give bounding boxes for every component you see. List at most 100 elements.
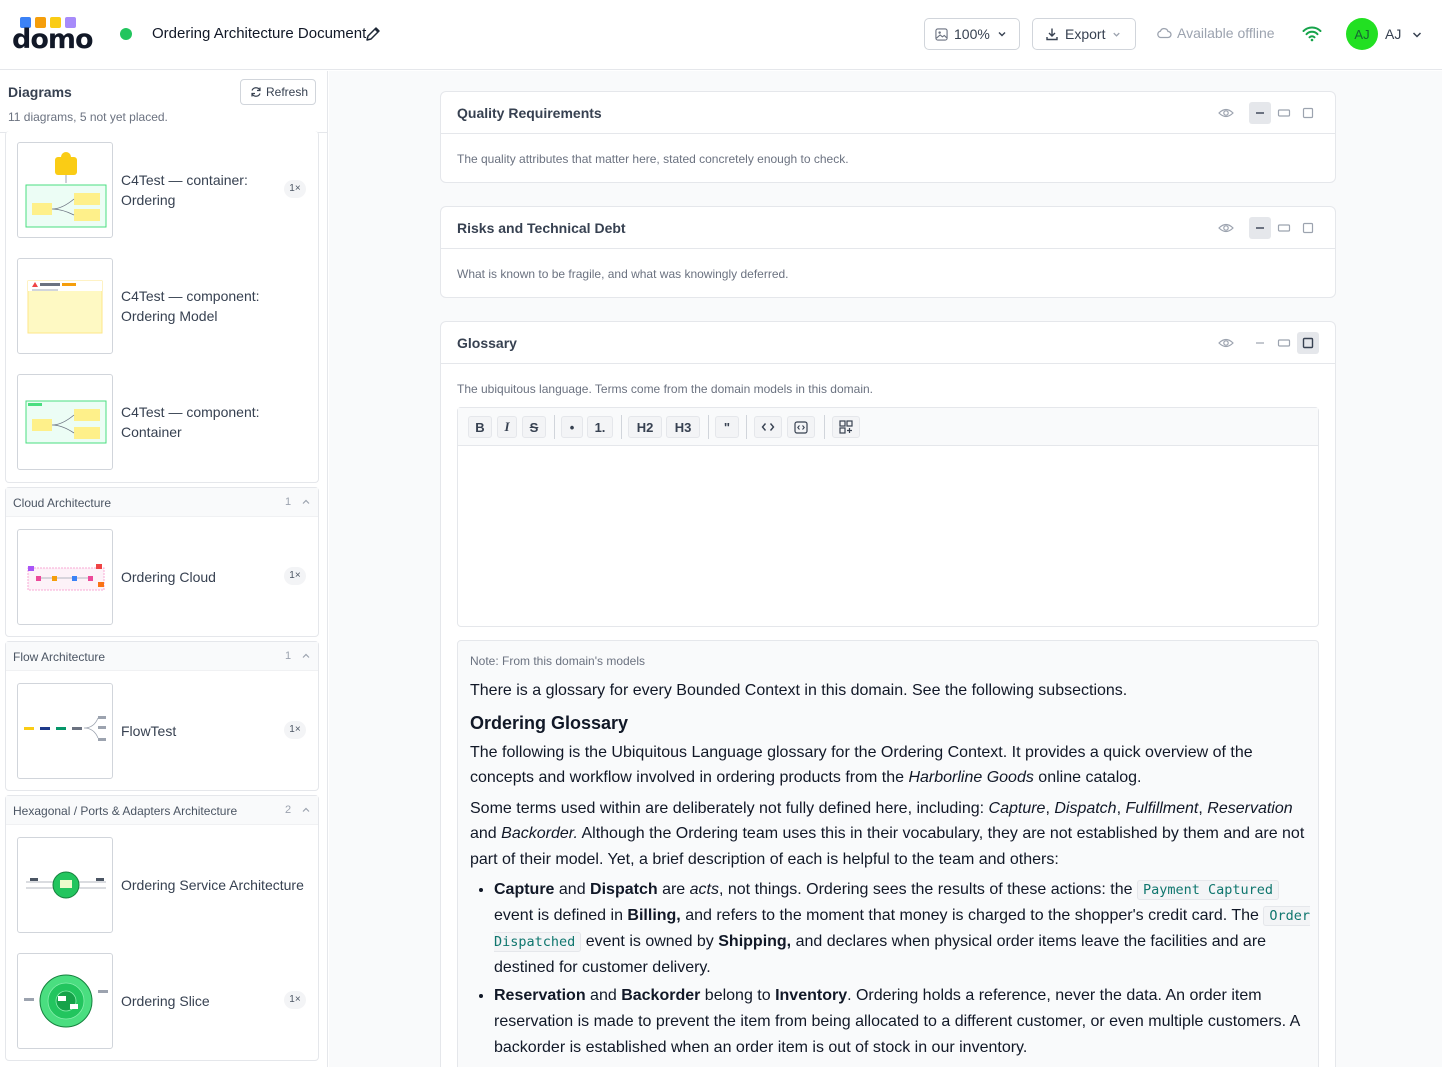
note-label: Note: From this domain's models <box>470 654 646 668</box>
minimize-icon[interactable] <box>1249 217 1271 239</box>
glossary-heading: Ordering Glossary <box>470 712 629 733</box>
section-title: Risks and Technical Debt <box>457 220 626 236</box>
italic-button[interactable]: I <box>497 416 517 438</box>
offline-status: Available offline <box>1156 25 1275 41</box>
eye-icon[interactable] <box>1215 332 1237 354</box>
diagram-card[interactable]: C4Test — component: Container <box>17 374 315 470</box>
diagram-card[interactable]: Ordering Cloud 1× <box>17 529 315 625</box>
insert-diagram-icon[interactable] <box>832 416 860 438</box>
heading2-button[interactable]: H2 <box>628 416 662 438</box>
minimize-icon[interactable] <box>1249 102 1271 124</box>
eye-icon[interactable] <box>1215 102 1237 124</box>
document-title: Ordering Architecture Document <box>152 25 367 42</box>
group-name: Hexagonal / Ports & Adapters Architectur… <box>13 804 238 818</box>
diagram-group-c4: C4Test — container: Ordering 1× C4Test —… <box>5 131 319 483</box>
code-block-icon[interactable] <box>787 416 815 438</box>
quote-button[interactable]: " <box>715 416 739 438</box>
user-name[interactable]: AJ <box>1385 26 1401 42</box>
diagram-card[interactable]: Ordering Slice 1× <box>17 953 315 1049</box>
usage-badge: 1× <box>284 991 306 1009</box>
section-description: What is known to be fragile, and what wa… <box>457 267 789 281</box>
section-controls <box>1215 217 1325 239</box>
chevron-down-icon <box>998 32 1006 37</box>
chevron-up-icon[interactable] <box>301 651 311 661</box>
sidebar-subtitle: 11 diagrams, 5 not yet placed. <box>8 110 168 124</box>
diagrams-sidebar: Diagrams Refresh 11 diagrams, 5 not yet … <box>0 71 328 1067</box>
diagram-card-label: C4Test — container: Ordering <box>121 172 248 208</box>
section-description: The ubiquitous language. Terms come from… <box>457 382 873 396</box>
refresh-icon <box>251 87 261 97</box>
section-description: The quality attributes that matter here,… <box>457 152 849 166</box>
diagram-card-label: C4Test — component: Container <box>121 404 260 440</box>
section-risks-technical-debt: Risks and Technical Debt What is known t… <box>440 206 1336 298</box>
diagram-thumbnail <box>17 953 113 1049</box>
diagram-card[interactable]: Ordering Service Architecture <box>17 837 315 933</box>
list-item: Reservation and Backorder belong to Inve… <box>494 983 1312 1061</box>
eye-icon[interactable] <box>1215 217 1237 239</box>
app-logo[interactable]: domo <box>12 16 98 53</box>
glossary-paragraph: Some terms used within are deliberately … <box>470 799 1305 868</box>
chevron-down-icon[interactable] <box>1411 28 1423 46</box>
group-count: 1 <box>285 650 292 662</box>
group-name: Cloud Architecture <box>13 496 112 510</box>
rich-text-editor[interactable]: B I S • 1. H2 H3 " <box>457 407 1319 627</box>
section-controls <box>1215 102 1325 124</box>
group-header[interactable]: Hexagonal / Ports & Adapters Architectur… <box>6 796 318 825</box>
diagram-thumbnail <box>17 837 113 933</box>
domain-models-note: Note: From this domain's models There is… <box>457 640 1319 1067</box>
diagram-card[interactable]: C4Test — container: Ordering 1× <box>17 142 315 238</box>
chevron-up-icon[interactable] <box>301 805 311 815</box>
sidebar-header: Diagrams Refresh 11 diagrams, 5 not yet … <box>0 71 327 133</box>
glossary-list: Capture and Dispatch are acts, not thing… <box>494 877 1312 1061</box>
section-glossary: Glossary The ubiquitous language. Terms … <box>440 321 1336 1067</box>
group-header[interactable]: Flow Architecture 1 <box>6 642 318 671</box>
cloud-icon <box>1157 27 1172 39</box>
toolbar-divider <box>621 415 622 439</box>
usage-badge: 1× <box>284 180 306 198</box>
diagram-card[interactable]: FlowTest 1× <box>17 683 315 779</box>
status-indicator <box>120 28 132 40</box>
diagram-thumbnail <box>17 529 113 625</box>
diagram-card[interactable]: C4Test — component: Ordering Model <box>17 258 315 354</box>
section-header: Glossary <box>441 322 1335 364</box>
pencil-icon[interactable] <box>364 25 382 43</box>
zoom-button[interactable]: 100% <box>924 18 1020 50</box>
sidebar-title: Diagrams <box>8 84 72 100</box>
compact-view-icon[interactable] <box>1273 217 1295 239</box>
list-item: Capture and Dispatch are acts, not thing… <box>494 877 1312 981</box>
export-label: Export <box>1065 26 1106 42</box>
minimize-icon[interactable] <box>1249 332 1271 354</box>
diagram-thumbnail <box>17 374 113 470</box>
toolbar-divider <box>708 415 709 439</box>
wifi-icon <box>1302 25 1322 47</box>
bold-button[interactable]: B <box>468 416 492 438</box>
diagram-thumbnail <box>17 258 113 354</box>
diagram-card-label: C4Test — component: Ordering Model <box>121 288 260 324</box>
offline-label: Available offline <box>1177 25 1275 41</box>
numbered-list-button[interactable]: 1. <box>587 416 613 438</box>
image-icon <box>935 27 948 41</box>
export-button[interactable]: Export <box>1032 18 1136 50</box>
toolbar-divider <box>554 415 555 439</box>
inline-code: Payment Captured <box>1137 880 1280 900</box>
expand-view-icon[interactable] <box>1297 102 1319 124</box>
avatar[interactable]: AJ <box>1346 18 1378 50</box>
group-header[interactable]: Cloud Architecture 1 <box>6 488 318 517</box>
note-intro: There is a glossary for every Bounded Co… <box>470 682 1128 699</box>
zoom-label: 100% <box>954 26 990 42</box>
group-count: 1 <box>285 496 292 508</box>
section-header: Quality Requirements <box>441 92 1335 134</box>
bullet-list-button[interactable]: • <box>561 416 583 438</box>
code-icon[interactable] <box>754 416 782 438</box>
strikethrough-button[interactable]: S <box>522 416 546 438</box>
chevron-up-icon[interactable] <box>301 497 311 507</box>
refresh-button[interactable]: Refresh <box>240 79 316 105</box>
expand-view-icon[interactable] <box>1297 332 1319 354</box>
compact-view-icon[interactable] <box>1273 332 1295 354</box>
usage-badge: 1× <box>284 721 306 739</box>
expand-view-icon[interactable] <box>1297 217 1319 239</box>
heading3-button[interactable]: H3 <box>666 416 700 438</box>
compact-view-icon[interactable] <box>1273 102 1295 124</box>
section-title: Quality Requirements <box>457 105 602 121</box>
diagram-group-cloud: Cloud Architecture 1 Ordering Cloud 1× <box>5 487 319 637</box>
